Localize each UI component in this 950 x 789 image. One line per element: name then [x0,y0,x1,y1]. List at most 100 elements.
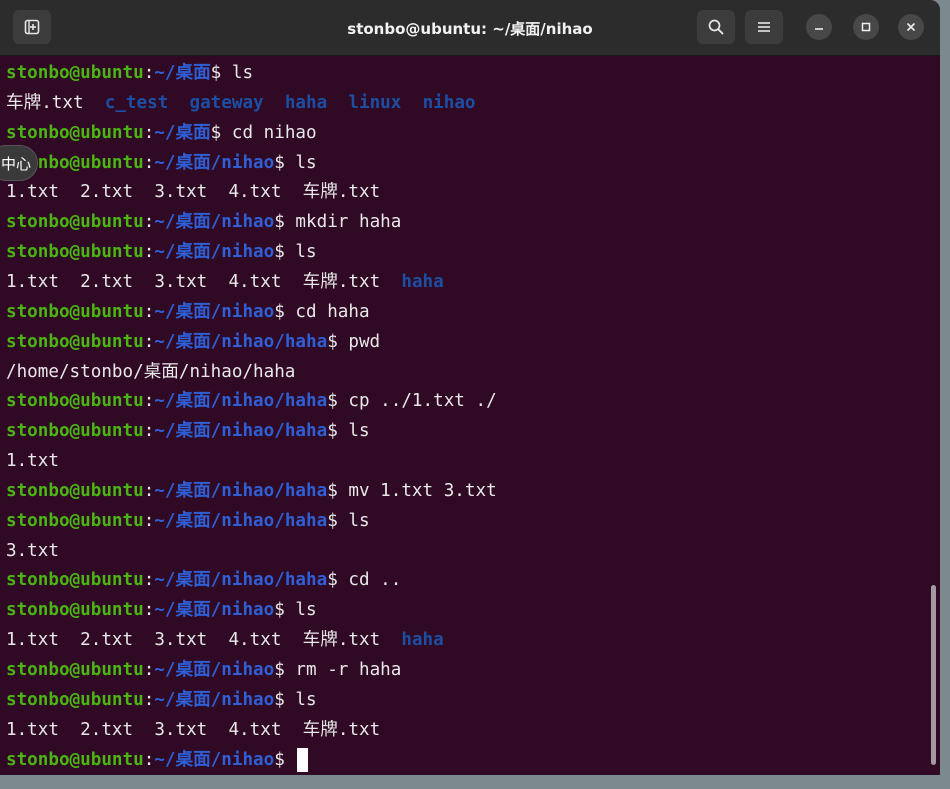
prompt-separator: : [143,660,155,680]
directory-entry: haha [401,630,444,651]
file-entry: 2.txt [80,719,134,740]
ls-output-line: 1.txt 2.txt 3.txt 4.txt 车牌.txt haha [6,627,444,653]
prompt-user: stonbo@ubuntu [6,331,144,352]
file-entry: 车牌.txt [302,719,381,740]
prompt-path: ~/桌面/nihao [154,689,275,710]
maximize-button[interactable] [853,14,879,40]
prompt-dollar: $ [327,510,338,531]
prompt-dollar: $ [327,421,338,442]
prompt-line: stonbo@ubuntu:~/桌面/nihao$ mkdir haha [6,209,401,235]
file-entry: 3.txt [154,719,208,740]
file-entry: 4.txt [228,719,282,740]
close-button[interactable] [898,14,924,40]
prompt-dollar: $ [274,689,285,710]
ls-output-line: 车牌.txt c_test gateway haha linux nihao [6,90,476,116]
prompt-user: stonbo@ubuntu [6,301,144,322]
prompt-line: stonbo@ubuntu:~/桌面/nihao$ cd haha [6,299,370,325]
file-entry: 3.txt [154,182,208,203]
prompt-line: stonbo@ubuntu:~/桌面/nihao$ rm -r haha [6,657,401,683]
output-text: /home/stonbo/桌面/nihao/haha [6,361,296,382]
prompt-line: stonbo@ubuntu:~/桌面/nihao$ [6,747,309,773]
command-text: mv 1.txt 3.txt [348,480,497,501]
prompt-path: ~/桌面/nihao [154,242,275,263]
minimize-button[interactable] [806,14,832,40]
scrollbar[interactable] [931,585,936,765]
prompt-path: ~/桌面/nihao/haha [154,331,328,352]
file-entry: 4.txt [228,271,282,292]
command-text: ls [295,600,317,621]
file-entry: 车牌.txt [302,271,381,292]
search-button[interactable] [697,10,735,44]
directory-entry: linux [348,92,402,113]
prompt-user: stonbo@ubuntu [6,660,144,680]
command-text: ls [231,63,254,83]
prompt-separator: : [143,480,155,501]
directory-entry: haha [401,271,444,292]
prompt-user: stonbo@ubuntu [6,63,144,83]
prompt-dollar: $ [327,391,338,412]
directory-entry: nihao [422,92,476,113]
prompt-user: stonbo@ubuntu [6,122,144,143]
prompt-user: stonbo@ubuntu [6,212,144,233]
command-text: cd nihao [231,122,317,143]
search-icon [708,19,724,35]
prompt-dollar: $ [327,570,338,591]
file-entry: 车牌.txt [302,182,381,203]
prompt-line: stonbo@ubuntu:~/桌面/nihao/haha$ cp ../1.t… [6,388,497,414]
prompt-line: stonbo@ubuntu:~/桌面/nihao/haha$ ls [6,418,370,444]
command-text: cd .. [348,570,402,591]
overlay-badge[interactable]: 中心 [0,145,38,181]
minimize-icon [815,28,823,30]
directory-entry: gateway [189,92,264,113]
file-entry: 3.txt [154,271,208,292]
prompt-separator: : [143,242,155,263]
prompt-user: stonbo@ubuntu [6,749,144,770]
prompt-separator: : [143,122,155,143]
prompt-user: stonbo@ubuntu [6,689,144,710]
directory-entry: c_test [104,92,169,113]
output-line: 1.txt [6,448,59,474]
prompt-dollar: $ [327,480,338,501]
prompt-separator: : [143,749,155,770]
prompt-user: stonbo@ubuntu [6,480,144,501]
command-text: cp ../1.txt ./ [348,391,497,412]
prompt-path: ~/桌面/nihao/haha [154,570,328,591]
title-bar: stonbo@ubuntu: ~/桌面/nihao [0,0,940,56]
command-text: ls [295,689,317,710]
command-text: ls [295,152,317,173]
prompt-path: ~/桌面 [154,122,211,143]
prompt-line: stonbo@ubuntu:~/桌面/nihao$ ls [6,687,317,713]
prompt-user: stonbo@ubuntu [6,570,144,591]
directory-entry: haha [284,92,328,113]
prompt-dollar: $ [274,600,285,621]
prompt-dollar: $ [274,660,285,680]
prompt-separator: : [143,689,155,710]
prompt-path: ~/桌面 [154,63,211,83]
prompt-line: stonbo@ubuntu:~/桌面/nihao/haha$ cd .. [6,567,401,593]
prompt-line: stonbo@ubuntu:~/桌面/nihao$ ls [6,239,317,265]
menu-button[interactable] [745,10,783,44]
output-line: 3.txt [6,538,59,564]
file-entry: 车牌.txt [6,92,84,113]
prompt-separator: : [143,301,155,322]
window-title: stonbo@ubuntu: ~/桌面/nihao [347,20,593,38]
file-entry: 1.txt [6,271,59,292]
prompt-line: stonbo@ubuntu:~/桌面/nihao/haha$ pwd [6,329,380,355]
prompt-path: ~/桌面/nihao [154,660,275,680]
prompt-separator: : [143,391,155,412]
ls-output-line: 1.txt 2.txt 3.txt 4.txt 车牌.txt [6,179,380,205]
prompt-separator: : [143,331,155,352]
prompt-path: ~/桌面/nihao [154,600,275,621]
prompt-dollar: $ [327,331,338,352]
prompt-dollar: $ [210,63,222,83]
file-entry: 3.txt [154,630,208,651]
prompt-dollar: $ [210,122,222,143]
terminal-output[interactable]: stonbo@ubuntu:~/桌面$ ls 车牌.txt c_test gate… [0,58,928,775]
ls-output-line: 1.txt 2.txt 3.txt 4.txt 车牌.txt haha [6,269,444,295]
prompt-dollar: $ [274,301,285,322]
output-text: 3.txt [6,540,59,561]
output-line: /home/stonbo/桌面/nihao/haha [6,359,295,385]
prompt-path: ~/桌面/nihao/haha [154,391,328,412]
file-entry: 2.txt [80,630,134,651]
prompt-line: stonbo@ubuntu:~/桌面/nihao/haha$ ls [6,508,370,534]
